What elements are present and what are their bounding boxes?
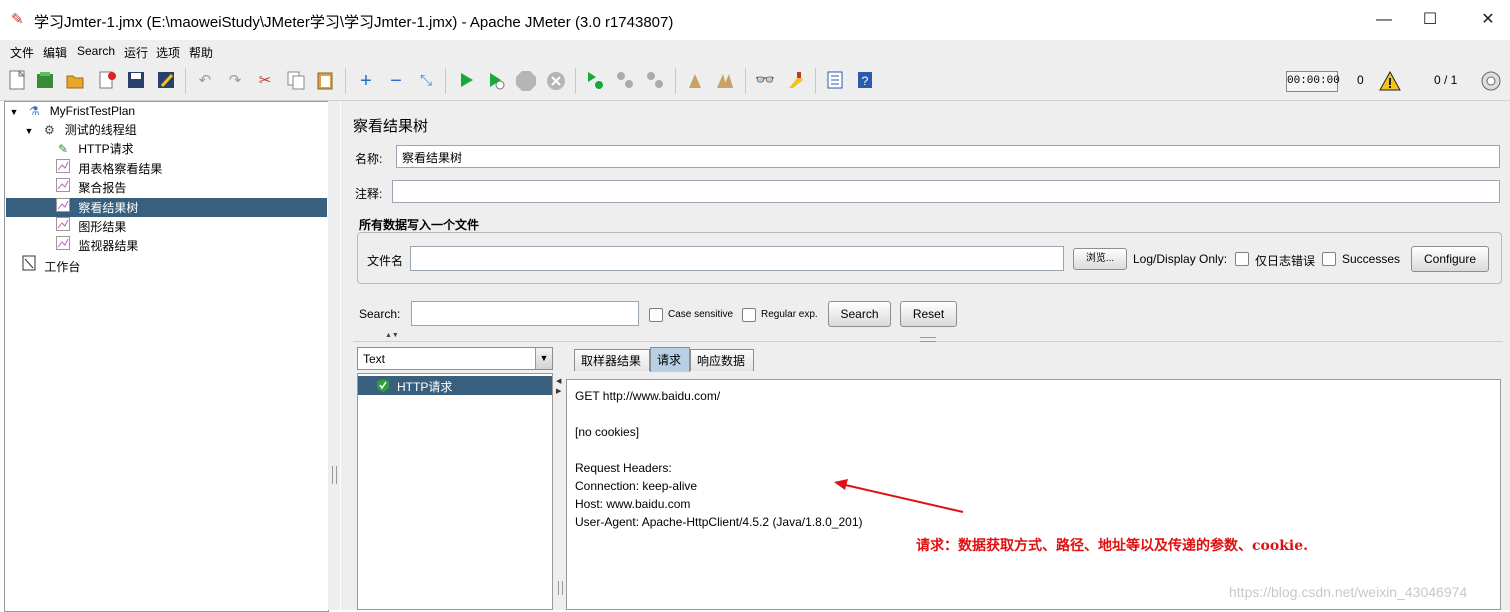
- tree-node-table-results[interactable]: 用表格察看结果: [55, 159, 162, 177]
- tree-node-thread-group[interactable]: ▼ ⚙ 测试的线程组: [24, 121, 137, 139]
- start-icon[interactable]: [455, 70, 477, 92]
- vertical-splitter[interactable]: [328, 101, 340, 610]
- tree-node-monitor-results[interactable]: 监视器结果: [55, 236, 138, 254]
- jmeter-feather-icon: ✎: [11, 11, 24, 28]
- tree-node-results-tree[interactable]: 察看结果树: [55, 198, 138, 216]
- gear-icon: ⚙: [43, 123, 55, 137]
- workbench-icon: [21, 255, 37, 276]
- help-icon[interactable]: ?: [854, 70, 876, 92]
- undo-icon[interactable]: ↶: [194, 70, 216, 92]
- menu-help[interactable]: 帮助: [189, 44, 213, 61]
- clear-all-icon[interactable]: [714, 70, 736, 92]
- remote-shutdown-icon[interactable]: [644, 70, 666, 92]
- test-plan-tree: ▼ ⚗ MyFristTestPlan ▼ ⚙ 测试的线程组 ✎ HTTP请求 …: [4, 101, 329, 612]
- tree-node-workbench[interactable]: 工作台: [21, 255, 80, 276]
- clear-icon[interactable]: [684, 70, 706, 92]
- close-file-icon[interactable]: [96, 70, 118, 92]
- thread-count: 0 / 1: [1434, 73, 1458, 87]
- remote-start-icon[interactable]: [584, 70, 606, 92]
- tree-node-http-request[interactable]: ✎ HTTP请求: [55, 140, 134, 158]
- collapse-all-icon[interactable]: −: [385, 70, 407, 92]
- stop-icon[interactable]: [515, 70, 537, 92]
- graph-icon: [55, 236, 71, 255]
- redo-icon[interactable]: ↷: [224, 70, 246, 92]
- save-icon[interactable]: [125, 70, 147, 92]
- open-icon[interactable]: [64, 70, 86, 92]
- minimize-button[interactable]: —: [1362, 6, 1406, 34]
- graph-icon: [55, 217, 71, 236]
- window-title: 学习Jmter-1.jmx (E:\maoweiStudy\JMeter学习\学…: [34, 14, 674, 31]
- title-bar: ✎ 学习Jmter-1.jmx (E:\maoweiStudy\JMeter学习…: [0, 0, 1510, 41]
- search-icon[interactable]: 👓: [754, 70, 776, 92]
- maximize-button[interactable]: ☐: [1408, 6, 1452, 34]
- expand-toggle-icon[interactable]: ▼: [9, 103, 19, 121]
- graph-icon: [55, 198, 71, 217]
- error-count: 0: [1357, 73, 1364, 87]
- function-helper-icon[interactable]: [824, 70, 846, 92]
- tree-node-graph-results[interactable]: 图形结果: [55, 217, 126, 235]
- graph-icon: [55, 178, 71, 197]
- reset-search-icon[interactable]: [784, 70, 806, 92]
- menu-bar: 文件 编辑 Search 运行 选项 帮助: [0, 40, 1510, 62]
- close-button[interactable]: ✕: [1466, 6, 1510, 34]
- toggle-icon[interactable]: ⤡: [415, 70, 437, 92]
- menu-run[interactable]: 运行: [124, 44, 148, 61]
- pipette-icon: ✎: [57, 142, 69, 156]
- cut-icon[interactable]: ✂: [254, 70, 276, 92]
- annotation-note: 请求：数据获取方式、路径、地址等以及传递的参数、cookie.: [916, 538, 1308, 554]
- results-tree-panel: 察看结果树 名称: 察看结果树 注释: 所有数据写入一个文件 文件名 浏览...…: [341, 101, 1510, 610]
- tree-node-aggregate-report[interactable]: 聚合报告: [55, 178, 126, 196]
- menu-search[interactable]: Search: [77, 44, 115, 58]
- menu-edit[interactable]: 编辑: [43, 44, 67, 61]
- annotation-arrow-icon: [834, 479, 964, 513]
- templates-icon[interactable]: [34, 70, 56, 92]
- start-no-pauses-icon[interactable]: [485, 70, 507, 92]
- watermark: https://blog.csdn.net/weixin_43046974: [1229, 584, 1468, 600]
- warning-icon[interactable]: [1379, 70, 1401, 94]
- remote-status-icon: [1480, 70, 1502, 95]
- svg-text:?: ?: [862, 74, 869, 88]
- expand-all-icon[interactable]: +: [355, 70, 377, 92]
- shutdown-icon[interactable]: [545, 70, 567, 92]
- paste-icon[interactable]: [314, 70, 336, 92]
- new-icon[interactable]: [6, 69, 28, 92]
- copy-icon[interactable]: [285, 70, 307, 92]
- save-as-icon[interactable]: [155, 70, 177, 92]
- toolbar: ↶ ↷ ✂ + − ⤡ 👓 ? 00:00:00 0 0 / 1: [0, 62, 1510, 101]
- menu-options[interactable]: 选项: [156, 44, 180, 61]
- tree-node-test-plan[interactable]: ▼ ⚗ MyFristTestPlan: [9, 102, 136, 121]
- remote-stop-icon[interactable]: [614, 70, 636, 92]
- flask-icon: ⚗: [28, 104, 40, 118]
- graph-icon: [55, 159, 71, 178]
- expand-toggle-icon[interactable]: ▼: [24, 122, 34, 140]
- elapsed-timer: 00:00:00: [1286, 71, 1340, 92]
- menu-file[interactable]: 文件: [10, 44, 34, 61]
